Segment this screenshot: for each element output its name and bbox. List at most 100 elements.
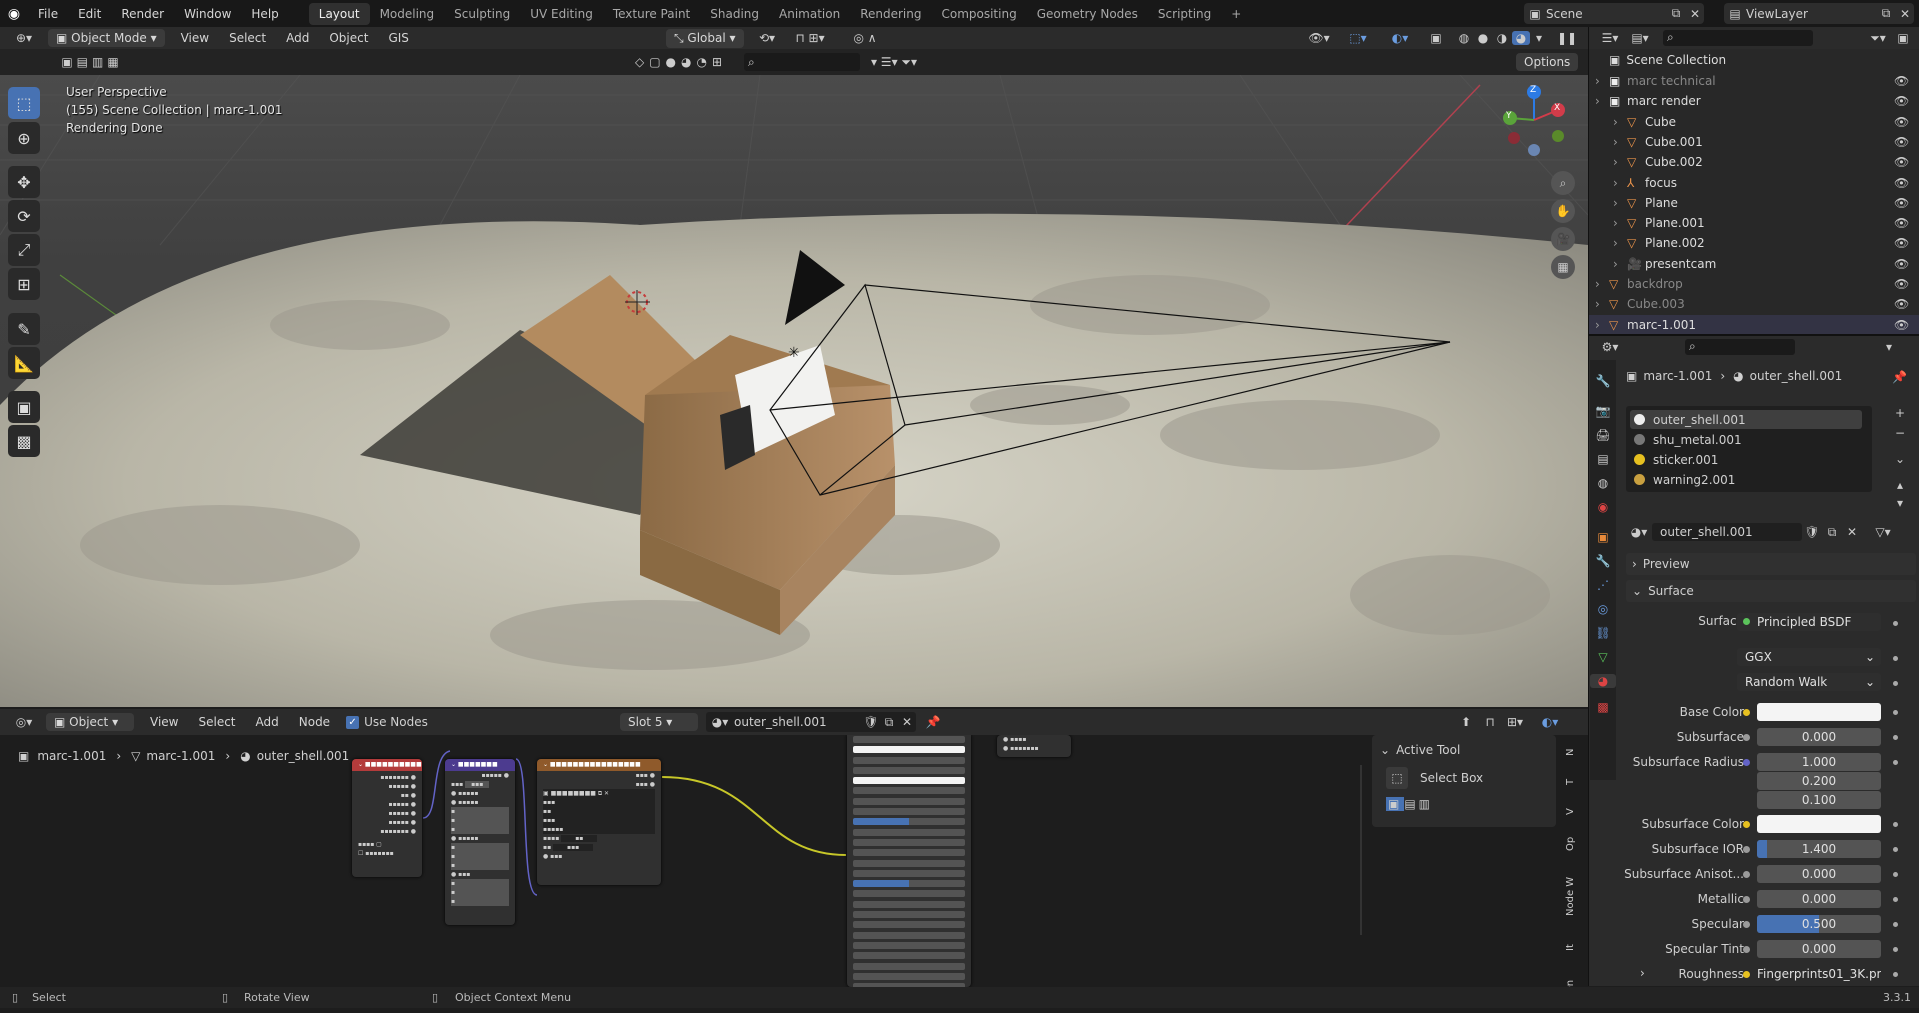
filter-icon[interactable]: ⏷▾ <box>1863 31 1893 46</box>
copy-layer-icon[interactable]: ⧉ <box>1876 6 1896 21</box>
socket-dot-icon[interactable] <box>1743 896 1750 903</box>
visibility-eye-icon[interactable]: 👁 <box>1894 176 1909 190</box>
visibility-eye-icon[interactable]: 👁 <box>1894 318 1909 332</box>
slot-specials-icon[interactable]: ⌄ <box>1891 452 1909 466</box>
subsurface-method-dropdown[interactable]: Random Walk ⌄ <box>1737 673 1881 691</box>
properties-editor-icon[interactable]: ⚙▾ <box>1595 340 1625 354</box>
select-mode-icons[interactable]: ▣▤▥▦ <box>44 55 140 69</box>
outliner-search-field[interactable]: ⌕ <box>1663 30 1813 46</box>
outliner-row[interactable]: › ▽ Plane 👁 <box>1589 193 1919 213</box>
menu-edit[interactable]: Edit <box>68 7 111 21</box>
value-slider-field[interactable]: 0.000 <box>1757 728 1881 746</box>
parent-node-tree-icon[interactable]: ⬆ <box>1456 715 1476 729</box>
keyframe-dot-icon[interactable] <box>1893 872 1898 877</box>
outliner-row[interactable]: › ▽ marc-1.001 👁 <box>1589 314 1919 335</box>
cursor-tool[interactable]: ⊕ <box>8 122 40 154</box>
axis-gizmo[interactable]: Z Y X <box>1494 80 1574 160</box>
bsdf-input-row[interactable] <box>847 756 971 766</box>
active-tool-header[interactable]: ⌄ Active Tool <box>1372 735 1556 765</box>
menu-help[interactable]: Help <box>241 7 288 21</box>
node-menu-node[interactable]: Node <box>289 715 340 729</box>
select-box-tool[interactable]: ⬚ <box>8 87 40 119</box>
visibility-eye-icon[interactable]: 👁 <box>1894 236 1909 250</box>
outliner-row[interactable]: › ▣ marc technical 👁 <box>1589 71 1919 91</box>
keyframe-dot-icon[interactable] <box>1893 760 1898 765</box>
bsdf-input-row[interactable] <box>847 890 971 899</box>
chevron-right-icon[interactable]: › <box>1595 277 1600 291</box>
shader-type-dropdown[interactable]: ▣ Object ▾ <box>46 713 134 731</box>
chevron-right-icon[interactable]: › <box>1613 216 1618 230</box>
tab-modeling[interactable]: Modeling <box>370 3 445 25</box>
mode-dropdown[interactable]: ▣ Object Mode ▾ <box>48 29 165 47</box>
xray-icon[interactable]: ▣ <box>1426 31 1446 45</box>
bsdf-input-row[interactable] <box>847 931 971 941</box>
mapping-node[interactable]: ⌄ ■■■■■■■ ▪▪▪▪▪ ● ▪▪▪ ▪▪▪ ● ▪▪▪▪▪ ● ▪▪▪▪▪… <box>445 759 515 925</box>
chevron-right-icon[interactable]: › <box>1613 236 1618 250</box>
bsdf-input-row[interactable] <box>847 972 971 982</box>
chevron-right-icon[interactable]: › <box>1613 257 1618 271</box>
roughness-texture-field[interactable]: Fingerprints01_3K.png... <box>1757 965 1881 983</box>
tab-layout[interactable]: Layout <box>308 2 370 25</box>
outliner-row[interactable]: › ▽ backdrop 👁 <box>1589 274 1919 294</box>
value-slider-field[interactable]: 1.400 <box>1757 840 1881 858</box>
subsurface-radius-field[interactable]: 0.200 <box>1757 772 1881 790</box>
view-layer-name[interactable]: ViewLayer <box>1746 7 1876 21</box>
bsdf-input-row[interactable] <box>847 828 971 838</box>
material-tab-icon[interactable]: ◕ <box>1590 674 1616 688</box>
bsdf-input-row[interactable] <box>847 797 971 807</box>
material-slot-item[interactable]: shu_metal.001 <box>1630 430 1862 449</box>
material-browse-icon[interactable]: ◕▾ <box>706 715 734 729</box>
menu-object[interactable]: Object <box>319 31 378 45</box>
viewport-search-field[interactable]: ⌕ <box>744 53 860 71</box>
material-slot-item[interactable]: sticker.001 <box>1630 450 1862 469</box>
scale-tool[interactable]: ⤢ <box>8 234 40 266</box>
tab-shading[interactable]: Shading <box>700 3 769 25</box>
visibility-eye-icon[interactable]: 👁 <box>1894 297 1909 311</box>
image-texture-node[interactable]: ⌄ ■■■■■■■■■■■■■■■■ ▪▪▪ ● ▪▪▪ ● ▣ ■■■■■■■■… <box>537 759 661 885</box>
shading-rendered-icon[interactable]: ◕ <box>1512 31 1530 45</box>
material-slot-item[interactable]: warning2.001 <box>1630 470 1862 489</box>
shading-solid-icon[interactable]: ● <box>1474 31 1492 45</box>
bsdf-input-row[interactable] <box>847 787 971 796</box>
tab-texture-paint[interactable]: Texture Paint <box>603 3 700 25</box>
bsdf-input-row[interactable] <box>847 849 971 858</box>
chevron-right-icon[interactable]: › <box>1613 196 1618 210</box>
node-material-field[interactable]: ◕▾ outer_shell.001 🛡 ⧉ ✕ <box>706 712 916 732</box>
node-menu-view[interactable]: View <box>140 715 188 729</box>
annotate-tool[interactable]: ✎ <box>8 313 40 345</box>
gizmo-icon[interactable]: ⬚▾ <box>1340 31 1376 45</box>
menu-render[interactable]: Render <box>111 7 174 21</box>
surface-panel[interactable]: ⌄ Surface <box>1626 580 1916 602</box>
orientation-dropdown[interactable]: ⤡ Global ▾ <box>666 28 744 48</box>
distribution-dropdown[interactable]: GGX ⌄ <box>1737 648 1881 666</box>
keyframe-dot-icon[interactable] <box>1893 621 1898 626</box>
move-slot-down-icon[interactable]: ▾ <box>1891 496 1909 510</box>
options-button[interactable]: Options <box>1516 53 1579 71</box>
unlink-material-icon[interactable]: ✕ <box>898 715 916 729</box>
color-swatch[interactable] <box>1757 703 1881 721</box>
properties-options-icon[interactable]: ▾ <box>1879 340 1899 354</box>
socket-dot-icon[interactable] <box>1743 821 1750 828</box>
bsdf-input-row[interactable] <box>847 869 971 879</box>
bsdf-input-row[interactable] <box>847 921 971 930</box>
visibility-icon[interactable]: 👁▾ <box>1304 31 1334 45</box>
sidebar-tab[interactable]: Op <box>1565 831 1581 857</box>
pin-icon[interactable]: 📌 <box>924 715 942 729</box>
visibility-eye-icon[interactable]: 👁 <box>1894 155 1909 169</box>
socket-dot-icon[interactable] <box>1743 709 1750 716</box>
socket-dot-icon[interactable] <box>1743 871 1750 878</box>
keyframe-dot-icon[interactable] <box>1893 897 1898 902</box>
sidebar-tab[interactable]: N <box>1565 741 1581 763</box>
visibility-filter-icons[interactable]: ◇▢●◕◔⊞ <box>626 55 736 69</box>
render-tab-icon[interactable]: 📷 <box>1590 404 1616 418</box>
visibility-eye-icon[interactable]: 👁 <box>1894 74 1909 88</box>
editor-type-icon[interactable]: ⊕▾ <box>6 31 42 45</box>
snap-target-icon[interactable]: ⊞▾ <box>1502 715 1528 729</box>
world-tab-icon[interactable]: ◉ <box>1590 500 1616 514</box>
rotate-tool[interactable]: ⟳ <box>8 200 40 232</box>
remove-slot-icon[interactable]: − <box>1891 426 1909 440</box>
socket-dot-icon[interactable] <box>1743 921 1750 928</box>
bsdf-input-row[interactable] <box>847 880 971 889</box>
physics-tab-icon[interactable]: ◎ <box>1590 602 1616 616</box>
menu-select[interactable]: Select <box>219 31 276 45</box>
